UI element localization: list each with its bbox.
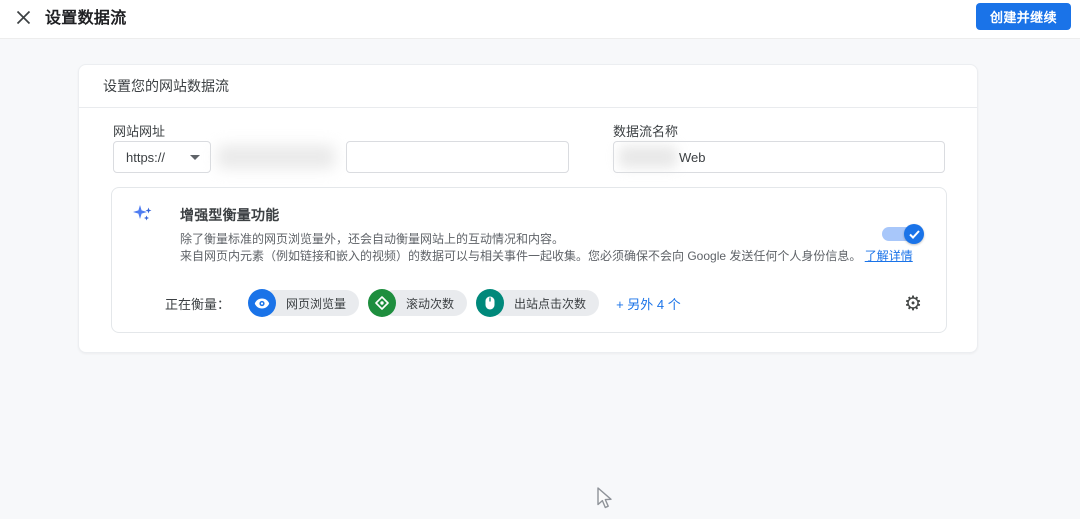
chip-label: 出站点击次数	[489, 290, 600, 316]
protocol-select[interactable]: https://	[113, 141, 211, 173]
learn-more-link[interactable]: 了解详情	[865, 249, 913, 263]
website-url-label: 网站网址	[113, 124, 166, 139]
enhanced-desc-line2: 来自网页内元素（例如链接和嵌入的视频）的数据可以与相关事件一起收集。您必须确保不…	[180, 248, 913, 264]
redacted-url-blur	[217, 145, 335, 169]
enhanced-measurement-toggle[interactable]	[882, 224, 924, 244]
toggle-thumb-check-icon	[904, 224, 924, 244]
mouse-cursor	[597, 487, 615, 511]
stream-setup-card: 设置您的网站数据流 网站网址 https:// 数据流名称 Web 增强型衡量功…	[78, 64, 978, 353]
measuring-row: 正在衡量： 网页浏览量 滚动次数 出站点击次数 + 另外 4 个 ⚙	[165, 289, 922, 317]
chip-outbound-clicks[interactable]: 出站点击次数	[476, 289, 600, 317]
stream-name-input[interactable]: Web	[613, 141, 945, 173]
eye-icon	[248, 289, 277, 317]
create-continue-button[interactable]: 创建并继续	[975, 3, 1071, 30]
stream-name-suffix: Web	[679, 150, 706, 165]
enhanced-measurement-box: 增强型衡量功能 除了衡量标准的网页浏览量外，还会自动衡量网站上的互动情况和内容。…	[111, 187, 947, 333]
measuring-label: 正在衡量：	[165, 296, 231, 312]
chip-scrolls[interactable]: 滚动次数	[368, 289, 468, 317]
enhanced-measurement-title: 增强型衡量功能	[180, 207, 280, 223]
card-title: 设置您的网站数据流	[79, 65, 977, 108]
mouse-icon	[476, 289, 505, 317]
redacted-name-blur	[619, 146, 677, 168]
stream-name-label: 数据流名称	[613, 124, 679, 139]
scroll-icon	[368, 289, 397, 317]
page-title: 设置数据流	[45, 10, 127, 27]
website-url-input[interactable]	[346, 141, 569, 173]
enhanced-desc-line2-text: 来自网页内元素（例如链接和嵌入的视频）的数据可以与相关事件一起收集。您必须确保不…	[180, 249, 862, 263]
close-icon[interactable]	[13, 7, 33, 27]
more-items-link[interactable]: + 另外 4 个	[616, 294, 681, 313]
chip-page-views[interactable]: 网页浏览量	[248, 289, 360, 317]
protocol-value: https://	[126, 149, 166, 165]
sparkle-icon	[132, 203, 156, 227]
enhanced-desc-line1: 除了衡量标准的网页浏览量外，还会自动衡量网站上的互动情况和内容。	[180, 232, 565, 246]
chevron-down-icon	[190, 154, 200, 160]
gear-icon[interactable]: ⚙	[904, 293, 922, 313]
top-bar: 设置数据流 创建并继续	[0, 0, 1080, 39]
